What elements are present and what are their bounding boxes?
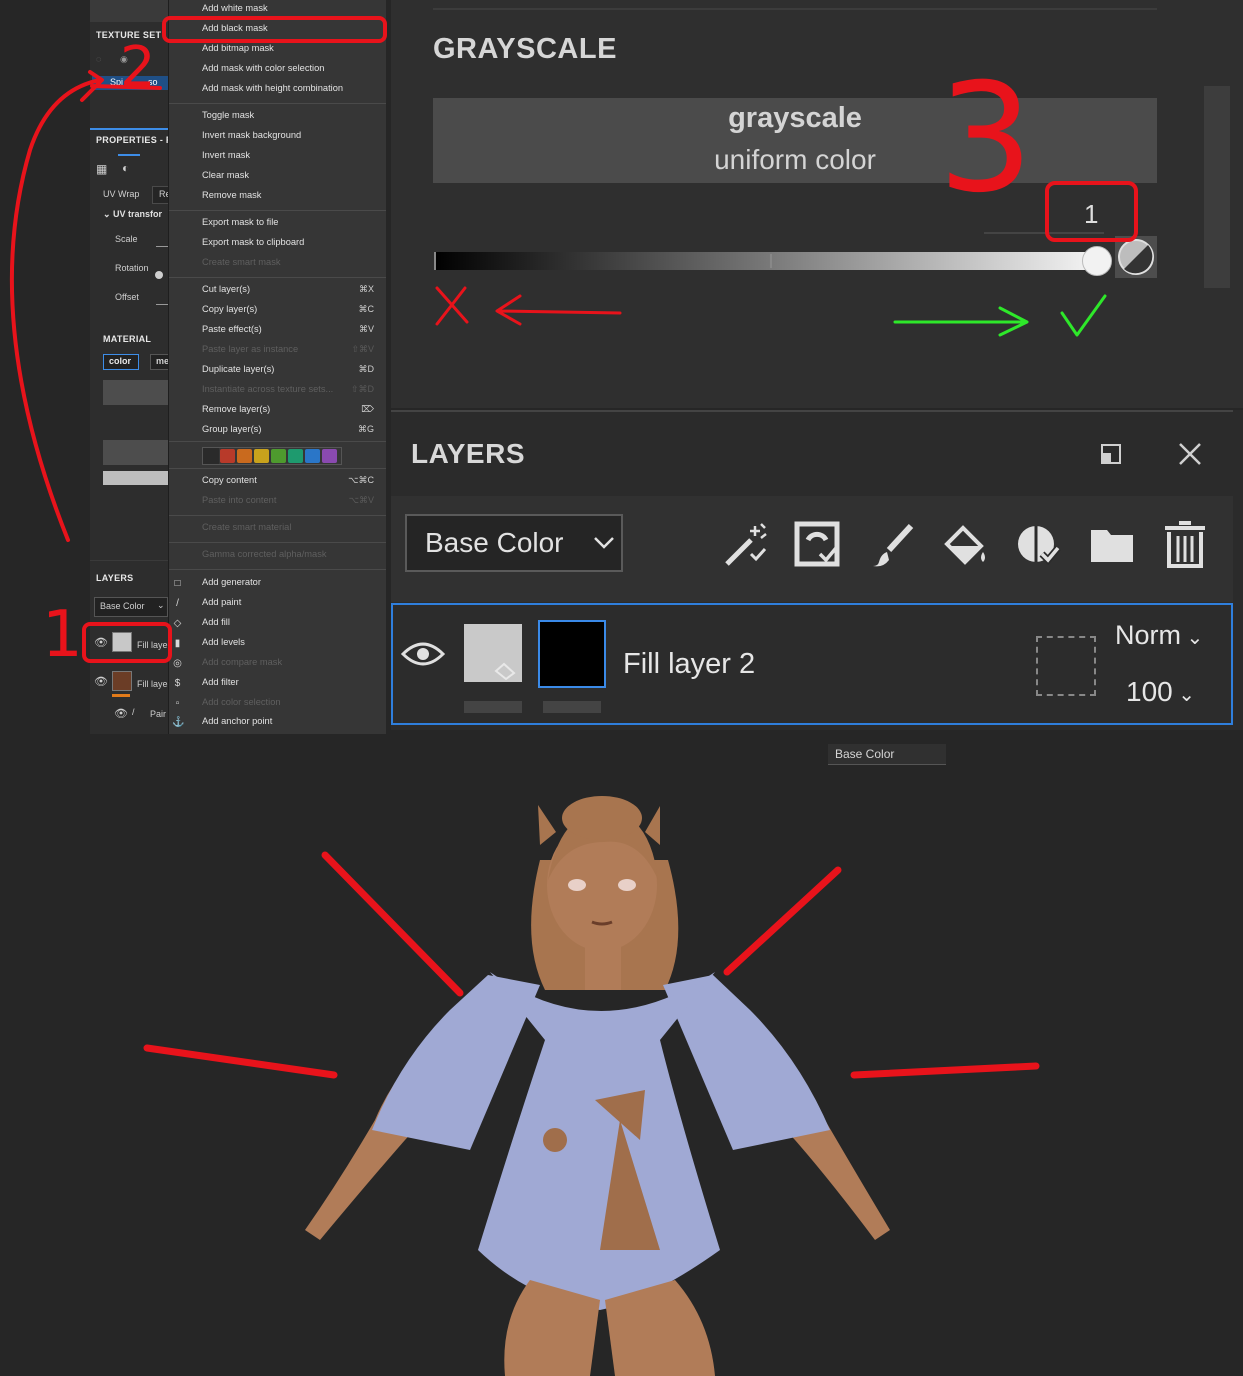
arrow-curve bbox=[9, 78, 102, 542]
sparkle-line-4 bbox=[850, 1062, 1040, 1079]
sparkle-line-2 bbox=[723, 866, 842, 976]
step-3-number: 3 bbox=[938, 52, 1033, 226]
sparkle-line-1 bbox=[321, 851, 464, 997]
step-1-number: 1 bbox=[42, 598, 83, 672]
sparkle-line-3 bbox=[143, 1044, 338, 1079]
green-arrow bbox=[893, 306, 1029, 337]
check-icon bbox=[1060, 294, 1107, 337]
tutorial-annotations: 1 2 3 bbox=[9, 16, 1138, 1079]
highlight-fill-layer bbox=[82, 622, 172, 663]
highlight-value-field bbox=[1045, 181, 1138, 242]
left-arrow bbox=[495, 294, 622, 326]
cross-mark bbox=[435, 286, 469, 326]
highlight-add-black-mask bbox=[162, 16, 387, 43]
step-2-number: 2 bbox=[120, 35, 156, 100]
